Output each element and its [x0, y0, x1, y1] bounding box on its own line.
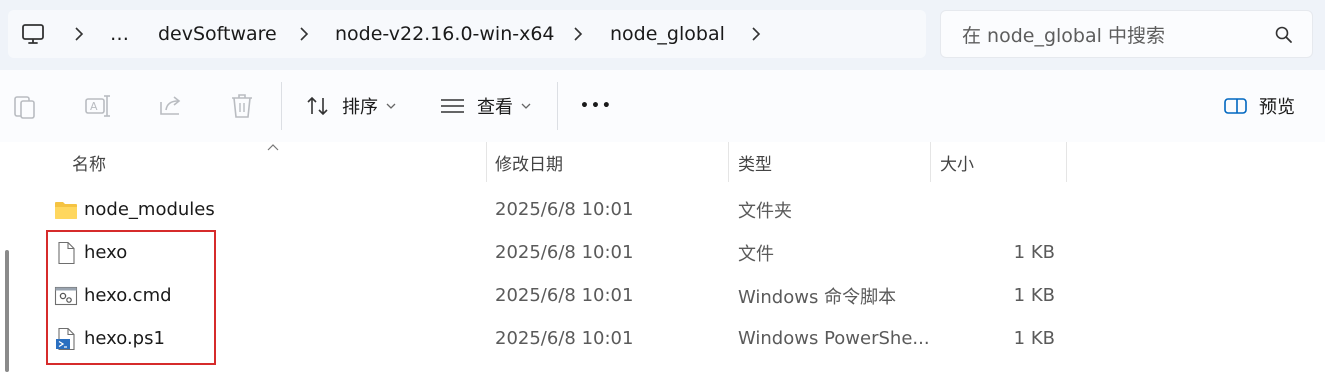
- chevron-right-icon[interactable]: [747, 25, 765, 43]
- file-type: 文件: [738, 243, 774, 265]
- column-divider[interactable]: [1066, 142, 1067, 182]
- file-type: Windows 命令脚本: [738, 286, 897, 308]
- view-list-icon: [441, 99, 464, 113]
- copy-icon: [14, 96, 35, 119]
- preview-label: 预览: [1259, 97, 1295, 118]
- view-button[interactable]: 查看: [440, 70, 535, 142]
- breadcrumb-item-devsoftware[interactable]: devSoftware: [158, 10, 277, 58]
- search-input[interactable]: 在 node_global 中搜索: [940, 10, 1313, 58]
- chevron-right-icon[interactable]: [70, 25, 88, 43]
- column-header-size[interactable]: 大小: [940, 142, 974, 182]
- chevron-down-icon: [386, 103, 396, 109]
- list-item[interactable]: hexo.cmd 2025/6/8 10:01 Windows 命令脚本 1 K…: [40, 274, 1310, 317]
- search-placeholder: 在 node_global 中搜索: [962, 24, 1165, 47]
- chevron-down-icon: [521, 103, 531, 109]
- view-label: 查看: [477, 97, 513, 118]
- breadcrumb-item-node-global[interactable]: node_global: [610, 10, 725, 58]
- breadcrumb-overflow[interactable]: …: [110, 10, 129, 58]
- column-header-type[interactable]: 类型: [738, 142, 772, 182]
- file-type: Windows PowerShe...: [738, 328, 930, 349]
- sort-icon: [307, 96, 328, 116]
- command-bar: A 排序 查看 ••• 预览: [0, 70, 1325, 143]
- search-icon[interactable]: [1274, 25, 1294, 45]
- column-header-name[interactable]: 名称: [72, 142, 106, 182]
- file-name: node_modules: [84, 199, 215, 220]
- column-divider[interactable]: [486, 142, 487, 182]
- svg-text:A: A: [90, 100, 98, 113]
- sort-button[interactable]: 排序: [305, 70, 400, 142]
- share-button[interactable]: [157, 70, 187, 142]
- file-size: 1 KB: [1013, 242, 1055, 263]
- toolbar-separator: [281, 82, 282, 130]
- list-item[interactable]: node_modules 2025/6/8 10:01 文件夹: [40, 188, 1310, 231]
- address-bar-area: … devSoftware node-v22.16.0-win-x64 node…: [0, 0, 1325, 70]
- share-icon: [160, 96, 181, 115]
- file-date: 2025/6/8 10:01: [495, 242, 634, 263]
- file-date: 2025/6/8 10:01: [495, 328, 634, 349]
- list-item[interactable]: hexo 2025/6/8 10:01 文件 1 KB: [40, 231, 1310, 274]
- file-size: 1 KB: [1013, 328, 1055, 349]
- rename-button[interactable]: A: [84, 70, 114, 142]
- list-item[interactable]: hexo.ps1 2025/6/8 10:01 Windows PowerShe…: [40, 317, 1310, 360]
- chevron-right-icon[interactable]: [569, 25, 587, 43]
- file-size: 1 KB: [1013, 285, 1055, 306]
- vertical-scrollbar[interactable]: [5, 250, 9, 372]
- rename-icon: A: [85, 95, 110, 117]
- column-header-date[interactable]: 修改日期: [495, 142, 563, 182]
- chevron-right-icon[interactable]: [295, 25, 313, 43]
- preview-pane-icon: [1224, 98, 1247, 114]
- preview-pane-button[interactable]: 预览: [1223, 70, 1303, 142]
- breadcrumb[interactable]: … devSoftware node-v22.16.0-win-x64 node…: [8, 10, 926, 58]
- folder-icon: [55, 202, 77, 219]
- file-type: 文件夹: [738, 200, 792, 222]
- file-date: 2025/6/8 10:01: [495, 285, 634, 306]
- sort-ascending-icon: [267, 144, 279, 151]
- computer-icon[interactable]: [21, 23, 45, 45]
- delete-button[interactable]: [229, 70, 257, 142]
- more-options-button[interactable]: •••: [580, 70, 613, 142]
- column-divider[interactable]: [930, 142, 931, 182]
- trash-icon: [232, 94, 252, 118]
- more-icon: •••: [580, 98, 613, 114]
- sort-label: 排序: [342, 97, 378, 118]
- highlight-box: [46, 230, 216, 365]
- file-size: [980, 188, 1055, 231]
- breadcrumb-item-node-version[interactable]: node-v22.16.0-win-x64: [335, 10, 555, 58]
- file-date: 2025/6/8 10:01: [495, 199, 634, 220]
- copy-button[interactable]: [12, 70, 42, 142]
- toolbar-separator: [557, 82, 558, 130]
- column-divider[interactable]: [728, 142, 729, 182]
